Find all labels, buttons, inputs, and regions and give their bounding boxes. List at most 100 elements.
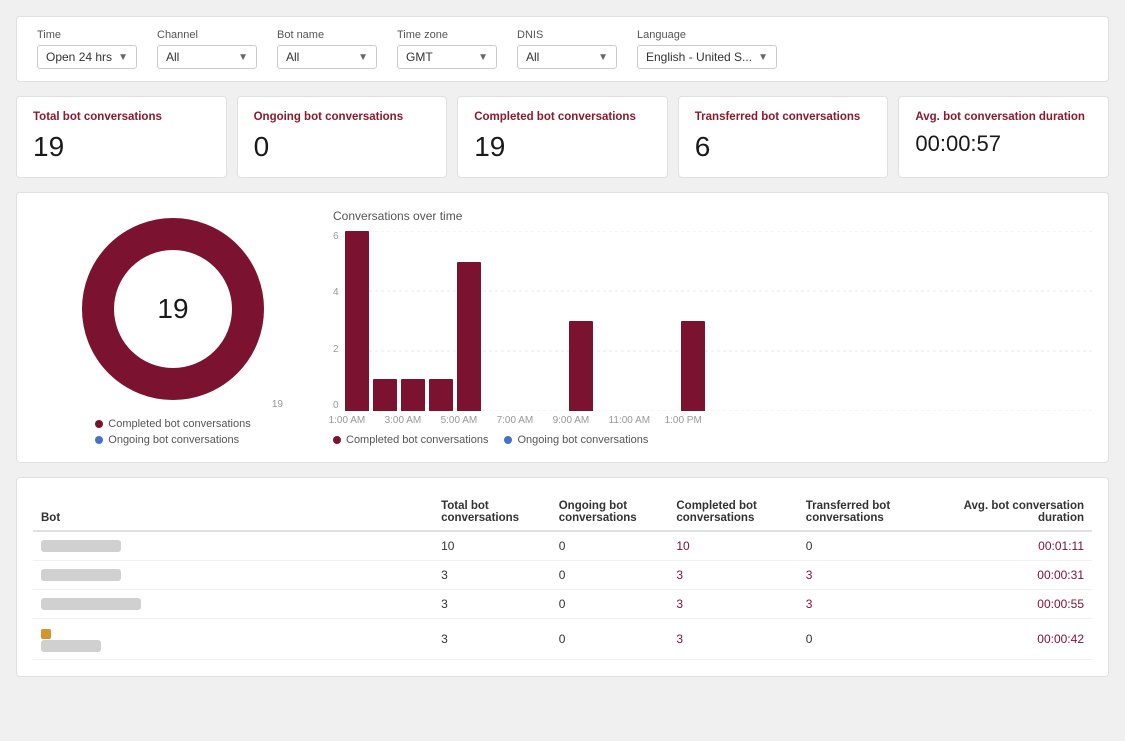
y-label-2: 2 [333, 344, 339, 355]
filter-botname: Bot name All ▼ [277, 29, 377, 69]
donut-wrap: 19 [73, 209, 273, 409]
table-cell: 3 [668, 590, 797, 619]
bot-name-placeholder [41, 598, 141, 610]
x-label: 1:00 AM [329, 415, 353, 426]
chevron-down-icon: ▼ [118, 52, 128, 63]
page-wrapper: Time Open 24 hrs ▼ Channel All ▼ Bot nam… [0, 0, 1125, 741]
col-transferred: Transferred bot conversations [798, 494, 939, 531]
table-cell: 3 [668, 561, 797, 590]
data-table: Bot Total bot conversations Ongoing bot … [33, 494, 1092, 660]
completed-dot [95, 420, 103, 428]
table-row: 303000:00:42 [33, 619, 1092, 660]
filter-time-select[interactable]: Open 24 hrs ▼ [37, 45, 137, 69]
bar-completed-dot [333, 436, 341, 444]
bar-ongoing-dot [504, 436, 512, 444]
table-cell: 00:00:55 [939, 590, 1092, 619]
kpi-ongoing-label: Ongoing bot conversations [254, 111, 431, 123]
filter-channel-select[interactable]: All ▼ [157, 45, 257, 69]
bar-item [429, 379, 453, 411]
bar-legend-ongoing: Ongoing bot conversations [504, 434, 648, 446]
bar-legend-ongoing-label: Ongoing bot conversations [517, 434, 648, 446]
chevron-down-icon: ▼ [478, 52, 488, 63]
bar-chart-container: Conversations over time 6 4 2 0 [333, 209, 1092, 446]
donut-legend: Completed bot conversations Ongoing bot … [95, 418, 250, 446]
x-labels-row: 1:00 AM3:00 AM5:00 AM7:00 AM9:00 AM11:00… [345, 415, 1092, 426]
col-ongoing: Ongoing bot conversations [551, 494, 669, 531]
bars-area: 1:00 AM3:00 AM5:00 AM7:00 AM9:00 AM11:00… [345, 231, 1092, 426]
x-label [469, 415, 493, 426]
bar-chart-inner: 6 4 2 0 1:00 AM [333, 231, 1092, 426]
filter-timezone: Time zone GMT ▼ [397, 29, 497, 69]
chevron-down-icon: ▼ [758, 52, 768, 63]
kpi-completed-value: 19 [474, 131, 651, 163]
chevron-down-icon: ▼ [598, 52, 608, 63]
kpi-transferred-label: Transferred bot conversations [695, 111, 872, 123]
filter-botname-select[interactable]: All ▼ [277, 45, 377, 69]
donut-center-value: 19 [157, 293, 188, 325]
filter-timezone-select[interactable]: GMT ▼ [397, 45, 497, 69]
table-cell: 10 [668, 531, 797, 561]
y-label-0: 0 [333, 400, 339, 411]
legend-ongoing: Ongoing bot conversations [95, 434, 239, 446]
legend-completed-label: Completed bot conversations [108, 418, 250, 430]
filter-dnis-value: All [526, 50, 539, 64]
bars-row [345, 231, 1092, 411]
y-label-6: 6 [333, 231, 339, 242]
filter-time: Time Open 24 hrs ▼ [37, 29, 137, 69]
bar-item [457, 262, 481, 411]
table-cell: 00:00:42 [939, 619, 1092, 660]
filter-time-value: Open 24 hrs [46, 50, 112, 64]
table-cell: 0 [798, 531, 939, 561]
x-label [357, 415, 381, 426]
table-row: 10010000:01:11 [33, 531, 1092, 561]
table-cell: 00:00:31 [939, 561, 1092, 590]
filter-dnis-select[interactable]: All ▼ [517, 45, 617, 69]
bar-item [401, 379, 425, 411]
bar-item [681, 321, 705, 411]
table-cell: 10 [433, 531, 551, 561]
ongoing-dot [95, 436, 103, 444]
filter-language-label: Language [637, 29, 777, 41]
table-cell: 0 [551, 531, 669, 561]
filter-timezone-label: Time zone [397, 29, 497, 41]
filter-language: Language English - United S... ▼ [637, 29, 777, 69]
table-cell: 3 [433, 619, 551, 660]
x-label: 1:00 PM [665, 415, 689, 426]
table-cell: 3 [433, 590, 551, 619]
col-bot: Bot [33, 494, 433, 531]
x-label: 7:00 AM [497, 415, 521, 426]
kpi-total: Total bot conversations 19 [16, 96, 227, 178]
kpi-ongoing: Ongoing bot conversations 0 [237, 96, 448, 178]
kpi-ongoing-value: 0 [254, 131, 431, 163]
x-label [581, 415, 605, 426]
chevron-down-icon: ▼ [238, 52, 248, 63]
bar-legend-completed-label: Completed bot conversations [346, 434, 488, 446]
col-avg: Avg. bot conversation duration [939, 494, 1092, 531]
table-cell: 0 [551, 619, 669, 660]
x-label: 3:00 AM [385, 415, 409, 426]
filter-bar: Time Open 24 hrs ▼ Channel All ▼ Bot nam… [16, 16, 1109, 82]
col-total: Total bot conversations [433, 494, 551, 531]
kpi-row: Total bot conversations 19 Ongoing bot c… [16, 96, 1109, 178]
kpi-total-label: Total bot conversations [33, 111, 210, 123]
chevron-down-icon: ▼ [358, 52, 368, 63]
bar-legend-completed: Completed bot conversations [333, 434, 488, 446]
table-section: Bot Total bot conversations Ongoing bot … [16, 477, 1109, 677]
charts-section: 19 19 Completed bot conversations Ongoin… [16, 192, 1109, 463]
kpi-transferred-value: 6 [695, 131, 872, 163]
filter-botname-value: All [286, 50, 299, 64]
table-cell: 0 [551, 590, 669, 619]
table-body: 10010000:01:11303300:00:31303300:00:5530… [33, 531, 1092, 660]
x-label: 5:00 AM [441, 415, 465, 426]
filter-dnis: DNIS All ▼ [517, 29, 617, 69]
filter-language-value: English - United S... [646, 50, 752, 64]
filter-language-select[interactable]: English - United S... ▼ [637, 45, 777, 69]
bot-name-placeholder [41, 569, 121, 581]
filter-channel-label: Channel [157, 29, 257, 41]
legend-ongoing-label: Ongoing bot conversations [108, 434, 239, 446]
chart-title: Conversations over time [333, 209, 1092, 223]
filter-channel: Channel All ▼ [157, 29, 257, 69]
bar-chart-legend: Completed bot conversations Ongoing bot … [333, 434, 1092, 446]
filter-channel-value: All [166, 50, 179, 64]
x-label: 11:00 AM [609, 415, 633, 426]
